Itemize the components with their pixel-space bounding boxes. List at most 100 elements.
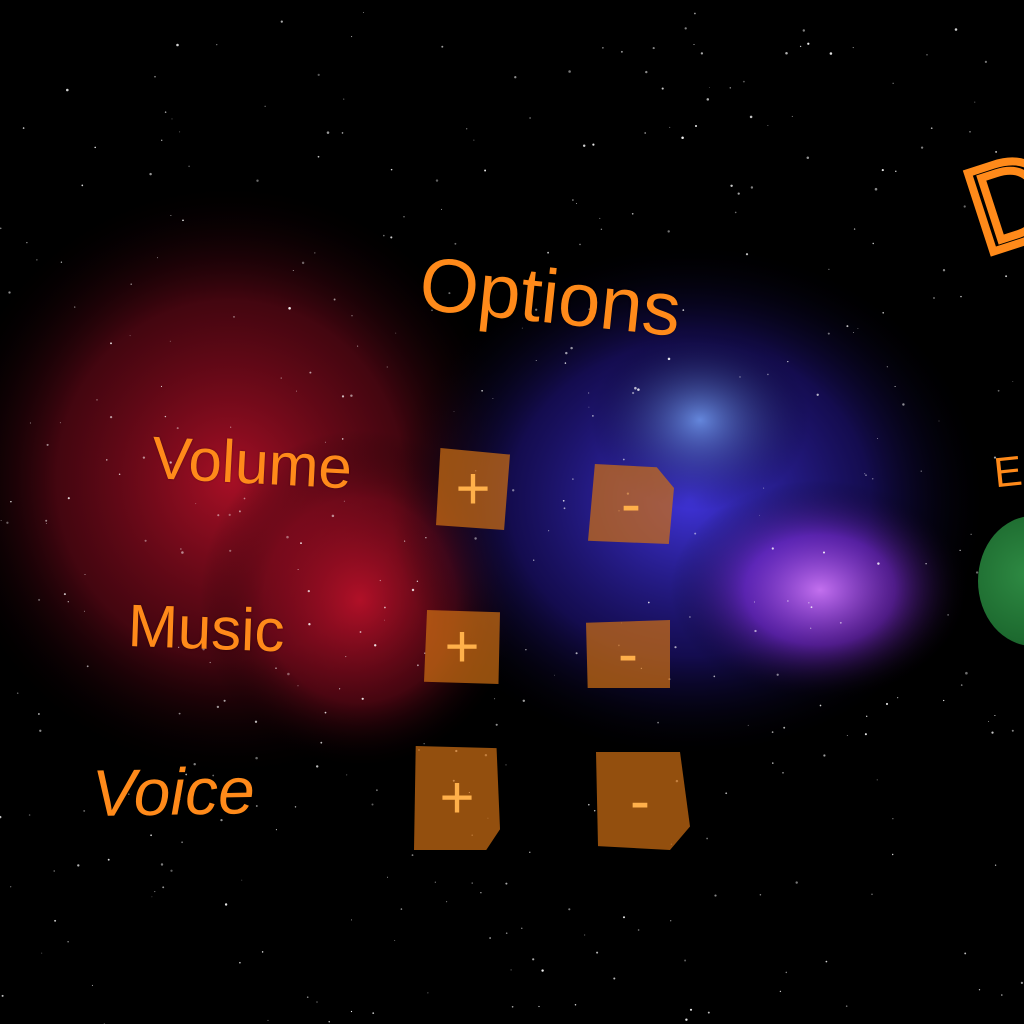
star (785, 52, 788, 55)
star (339, 688, 341, 690)
volume-label: Volume (150, 424, 354, 502)
star (54, 919, 57, 922)
star (169, 340, 171, 342)
star (754, 629, 757, 633)
star (328, 1021, 330, 1023)
star (170, 214, 172, 216)
star (857, 328, 859, 329)
star (782, 771, 784, 774)
star (157, 257, 158, 259)
star (45, 523, 47, 525)
star (6, 521, 9, 524)
star (959, 549, 961, 552)
star (772, 762, 774, 764)
star (129, 335, 131, 337)
star (652, 47, 655, 50)
star (326, 131, 330, 134)
star (954, 28, 958, 31)
star (846, 735, 848, 737)
star (787, 361, 789, 363)
star (38, 713, 40, 715)
star (943, 699, 945, 702)
star (473, 139, 475, 141)
star (514, 76, 517, 79)
star (892, 818, 894, 820)
minus-icon: - (618, 620, 638, 687)
star (969, 131, 971, 133)
star (39, 729, 42, 732)
space-background (0, 0, 1024, 1024)
star (708, 86, 710, 88)
star (689, 616, 691, 618)
star (802, 29, 806, 32)
star (441, 45, 444, 48)
star (181, 841, 183, 844)
star (572, 478, 574, 480)
star (739, 376, 741, 378)
star (150, 834, 152, 837)
star (144, 539, 147, 542)
volume-decrease-button[interactable]: - (588, 464, 674, 544)
star (700, 52, 704, 55)
star (361, 697, 364, 700)
star (582, 144, 586, 148)
star (307, 589, 310, 593)
star (667, 230, 670, 233)
voice-increase-button[interactable]: + (414, 746, 500, 850)
star (22, 127, 25, 129)
star (825, 960, 828, 963)
star (471, 882, 473, 884)
side-panel-label: E (991, 446, 1024, 497)
star (341, 395, 345, 398)
star (86, 665, 89, 668)
plus-icon: + (455, 455, 491, 522)
volume-increase-button[interactable]: + (436, 448, 510, 530)
star (978, 989, 981, 991)
star (535, 359, 537, 361)
voice-decrease-button[interactable]: - (596, 752, 690, 850)
star (737, 192, 740, 195)
plus-icon: + (439, 764, 475, 831)
star (881, 169, 884, 172)
star (29, 422, 31, 424)
star (865, 474, 867, 476)
star (588, 392, 590, 394)
star (300, 542, 302, 544)
star (647, 601, 650, 604)
star (897, 697, 899, 699)
star (565, 351, 568, 355)
star (1012, 380, 1014, 382)
star (416, 580, 419, 582)
music-increase-button[interactable]: + (424, 610, 500, 684)
star (384, 619, 385, 621)
star (425, 537, 427, 539)
star (674, 646, 677, 649)
star (343, 98, 345, 100)
star (181, 551, 184, 554)
star (871, 478, 874, 480)
star (960, 295, 962, 298)
star (217, 514, 220, 517)
star (1001, 994, 1003, 996)
game-scene: Options Volume + - Music + - Voice + - D… (0, 0, 1024, 1024)
star (41, 952, 43, 954)
star (301, 261, 305, 265)
star (771, 731, 774, 733)
star (435, 179, 439, 182)
star (776, 673, 779, 676)
star (182, 219, 184, 222)
star (575, 652, 578, 655)
star (176, 43, 179, 47)
star (734, 211, 737, 214)
star (118, 473, 121, 475)
star (434, 881, 436, 883)
star (60, 261, 63, 263)
star (846, 325, 849, 328)
star (747, 724, 749, 726)
star (256, 179, 259, 182)
star (275, 667, 277, 669)
star (819, 704, 822, 707)
star (351, 919, 352, 921)
star (853, 228, 856, 230)
music-decrease-button[interactable]: - (586, 620, 670, 688)
